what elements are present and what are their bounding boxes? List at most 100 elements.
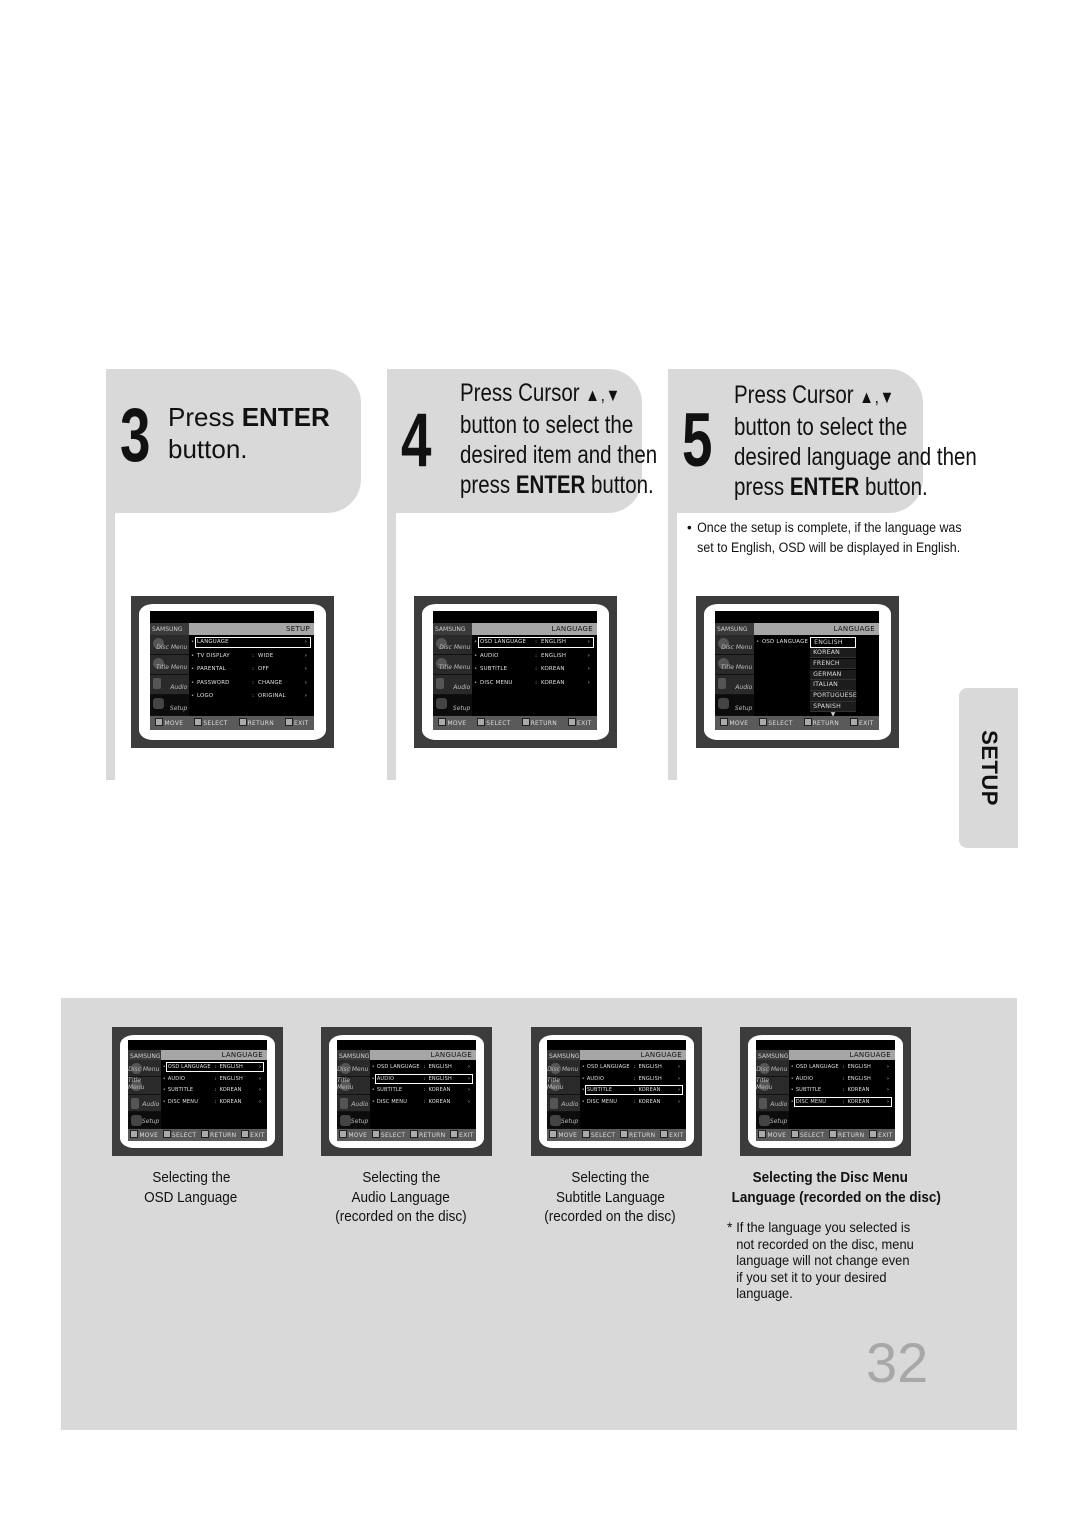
osd-sidebar: Disc Menu Title Menu Audio Setup xyxy=(756,1060,790,1129)
osd-menu: • OSD LANGUAGE: ENGLISH › • AUDIO: ENGLISH › • SU… xyxy=(790,1062,893,1129)
osd-menu-value: KOREAN xyxy=(638,1087,661,1094)
osd-footer-hint: RETURN xyxy=(522,718,557,727)
chevron-right-icon: › xyxy=(678,1087,681,1094)
osd-menu-row: • AUDIO: ENGLISH › xyxy=(163,1074,264,1084)
chevron-right-icon: › xyxy=(304,652,308,659)
osd-menu-key: AUDIO xyxy=(167,1075,186,1082)
osd-sidebar-label: Audio xyxy=(735,684,753,692)
osd-menu-key: OSD LANGUAGE xyxy=(586,1064,630,1071)
section-tab-label: SETUP xyxy=(976,730,1002,806)
osd-footer-hint: SELECT xyxy=(194,718,227,727)
osd-sidebar-label: Title Menu xyxy=(547,1076,564,1091)
caption-subtitle-language: Selecting the Subtitle Language (recorde… xyxy=(544,1169,676,1225)
chevron-right-icon: › xyxy=(304,679,308,686)
osd-footer-hint: MOVE xyxy=(438,718,466,727)
osd-menu-value: KOREAN xyxy=(219,1087,242,1094)
osd-header: SAMSUNG LANGUAGE xyxy=(433,622,597,635)
osd-top-bar xyxy=(337,1040,476,1051)
colon: : xyxy=(252,652,255,659)
osd-sidebar: Disc Menu Title Menu Audio Setup xyxy=(128,1060,162,1129)
osd-header: SAMSUNG LANGUAGE xyxy=(128,1050,267,1061)
osd-sidebar-label: Disc Menu xyxy=(337,1066,369,1074)
osd-sidebar-label: Disc Menu xyxy=(439,644,471,652)
colon: : xyxy=(633,1087,636,1094)
setup-gear-icon xyxy=(759,1114,770,1126)
osd-sidebar-item: Audio xyxy=(756,1094,790,1112)
colon: : xyxy=(633,1075,636,1082)
audio-icon xyxy=(131,1097,139,1109)
colon: : xyxy=(252,666,255,673)
osd-sidebar-label: Setup xyxy=(560,1117,579,1125)
osd-menu: • OSD LANGUAGE: ENGLISH › • AUDIO: ENGLISH › • SU… xyxy=(582,1062,684,1129)
caption-osd-language: Selecting the OSD Language xyxy=(144,1169,238,1206)
osd-menu: • LANGUAGE › • TV DISPLAY: WIDE › • PARENTAL: OFF… xyxy=(191,637,311,716)
chevron-right-icon: › xyxy=(304,639,308,646)
chevron-right-icon: › xyxy=(304,666,308,673)
setup-gear-icon xyxy=(131,1114,142,1126)
osd-menu-row: • AUDIO: ENGLISH › xyxy=(372,1073,474,1084)
chevron-right-icon: › xyxy=(887,1075,890,1082)
osd-footer: MOVE SELECT RETURN EXIT xyxy=(150,715,314,730)
osd-sidebar: Disc Menu Title Menu Audio Setup xyxy=(433,634,473,716)
bullet: • xyxy=(790,1064,794,1071)
osd-menu-value: KOREAN xyxy=(219,1098,242,1105)
bullet: • xyxy=(371,1064,375,1071)
osd-menu-value: KOREAN xyxy=(847,1087,870,1094)
bullet: • xyxy=(371,1098,375,1105)
step-3-rail xyxy=(106,513,115,780)
osd-header: SAMSUNG LANGUAGE xyxy=(715,622,879,635)
colon: : xyxy=(423,1064,426,1071)
osd-menu-value: KOREAN xyxy=(428,1098,451,1105)
osd-display: SAMSUNG LANGUAGE Disc Menu Title Menu Audio S… xyxy=(547,1040,686,1141)
dropdown-option: GERMAN xyxy=(810,669,857,681)
osd-sidebar-item: Title Menu xyxy=(433,655,473,676)
osd-brand-logo: SAMSUNG xyxy=(128,1050,162,1061)
chevron-right-icon: › xyxy=(468,1087,471,1094)
osd-screen-audio-language: SAMSUNG LANGUAGE Disc Menu Title Menu Audio S… xyxy=(321,1027,492,1156)
osd-menu-key: OSD LANGUAGE xyxy=(795,1064,839,1071)
bullet: • xyxy=(474,666,478,673)
osd-sidebar-item: Title Menu xyxy=(715,655,755,676)
osd-footer: MOVE SELECT RETURN EXIT xyxy=(756,1128,895,1141)
osd-sidebar-label: Setup xyxy=(141,1117,160,1125)
osd-menu-value: ENGLISH xyxy=(219,1075,243,1082)
osd-brand-logo: SAMSUNG xyxy=(756,1050,790,1061)
osd-sidebar-item: Title Menu xyxy=(337,1077,371,1095)
colon: : xyxy=(535,666,538,673)
osd-menu-row: • TV DISPLAY: WIDE › xyxy=(191,651,311,662)
osd-sidebar-label: Disc Menu xyxy=(128,1066,160,1074)
osd-footer: MOVE SELECT RETURN EXIT xyxy=(547,1128,686,1141)
osd-footer-hint: RETURN xyxy=(620,1130,655,1139)
osd-top-bar xyxy=(715,611,879,623)
osd-display: SAMSUNG LANGUAGE Disc Menu Title Menu Audio S… xyxy=(715,611,879,730)
colon: : xyxy=(214,1075,217,1082)
osd-menu: • OSD LANGUAGE: ENGLISH › • AUDIO: ENGLISH › • SU… xyxy=(163,1062,265,1129)
audio-icon xyxy=(718,678,726,690)
caption-disc-menu-language: Selecting the Disc Menu Language (record… xyxy=(731,1169,941,1206)
audio-icon xyxy=(550,1097,558,1109)
osd-title: SETUP xyxy=(286,624,310,633)
chevron-right-icon: › xyxy=(304,693,308,700)
osd-menu-value: ENGLISH xyxy=(428,1064,452,1071)
colon: : xyxy=(535,639,538,646)
osd-sidebar-label: Audio xyxy=(170,684,188,692)
osd-menu-key: DISC MENU xyxy=(795,1098,827,1105)
osd-menu-key: AUDIO xyxy=(586,1075,605,1082)
osd-menu-key: OSD LANGUAGE xyxy=(479,639,527,646)
osd-sidebar-label: Title Menu xyxy=(720,664,753,672)
dropdown-option: ITALIAN xyxy=(810,680,857,691)
chevron-right-icon: › xyxy=(678,1075,681,1082)
osd-footer-hint: SELECT xyxy=(791,1130,824,1139)
bullet: • xyxy=(756,639,760,646)
chevron-right-icon: › xyxy=(678,1064,681,1071)
osd-menu-value: KOREAN xyxy=(847,1098,870,1105)
osd-menu-key: SUBTITLE xyxy=(795,1087,822,1094)
osd-footer-hint: EXIT xyxy=(660,1130,684,1139)
osd-footer-hint: EXIT xyxy=(850,718,874,727)
osd-footer-hint: MOVE xyxy=(549,1130,577,1139)
osd-menu-row: • SUBTITLE: KOREAN › xyxy=(474,664,594,675)
chevron-right-icon: › xyxy=(887,1087,890,1094)
osd-menu-row: • DISC MENU: KOREAN › xyxy=(791,1096,893,1107)
osd-menu-value: KOREAN xyxy=(541,679,565,686)
chevron-right-icon: › xyxy=(468,1075,471,1082)
